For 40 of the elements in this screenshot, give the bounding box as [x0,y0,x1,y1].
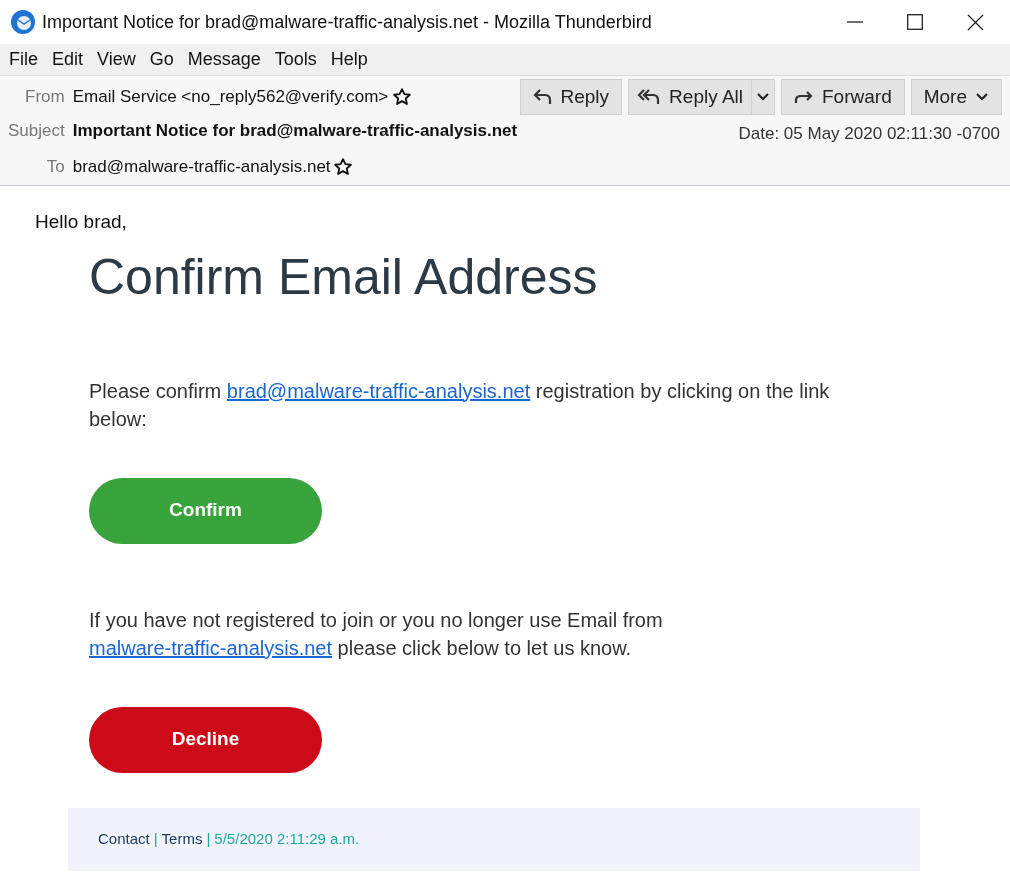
menu-item[interactable]: Message [180,46,268,73]
email-link[interactable]: brad@malware-traffic-analysis.net [226,379,531,402]
menu-item[interactable]: View [90,46,143,73]
date-text: Date: 05 May 2020 02:11:30 -0700 [738,123,1000,145]
star-icon[interactable] [392,87,413,107]
star-icon[interactable] [332,157,353,177]
close-icon[interactable] [967,13,984,31]
heading: Confirm Email Address [89,247,599,307]
subject-label: Subject [8,120,65,142]
menu-item[interactable]: Edit [45,46,91,73]
reply-arrow-icon [532,88,553,106]
terms-link[interactable]: Terms [161,827,203,851]
reply-button[interactable]: Reply [519,79,623,115]
app-logo-icon [10,9,36,35]
caret-icon [756,92,770,102]
subject-text: Important Notice for brad@malware-traffic-analysis.net [72,120,518,142]
menu-item[interactable]: Tools [267,46,324,73]
from-label: From [24,86,65,108]
decline-paragraph: If you have not registered to join or you no longer use Email from malware-traffic-analysis.net please click below to let us know. [89,607,664,661]
menu-item[interactable]: Help [323,46,375,73]
double-reply-arrow-icon [637,88,662,106]
decline-button[interactable]: Decline [89,706,322,773]
confirm-paragraph: Please confirm brad@malware-traffic-analysis.net registration by clicking on the link below: [89,378,831,432]
caret-icon [975,92,989,102]
menu-item[interactable]: File [2,46,45,73]
separator: | [206,828,211,849]
separator: | [153,828,158,849]
greeting: Hello brad, [35,210,128,234]
domain-link[interactable]: malware-traffic-analysis.net [89,636,333,659]
sender-address: Email Service <no_reply562@verify.com> [72,86,389,109]
recipient-address: brad@malware-traffic-analysis.net [72,156,331,179]
timestamp: 5/5/2020 2:11:29 a.m. [214,828,360,849]
maximize-icon[interactable] [907,14,923,30]
to-label: To [45,156,65,178]
menu-item[interactable]: Go [142,46,181,73]
contact-link[interactable]: Contact [98,827,150,851]
more-button[interactable]: More [910,79,1002,115]
window-title: Important Notice for brad@malware-traffic-analysis.net - Mozilla Thunderbird [42,10,652,34]
forward-arrow-icon [794,89,814,105]
forward-button[interactable]: Forward [781,79,905,115]
